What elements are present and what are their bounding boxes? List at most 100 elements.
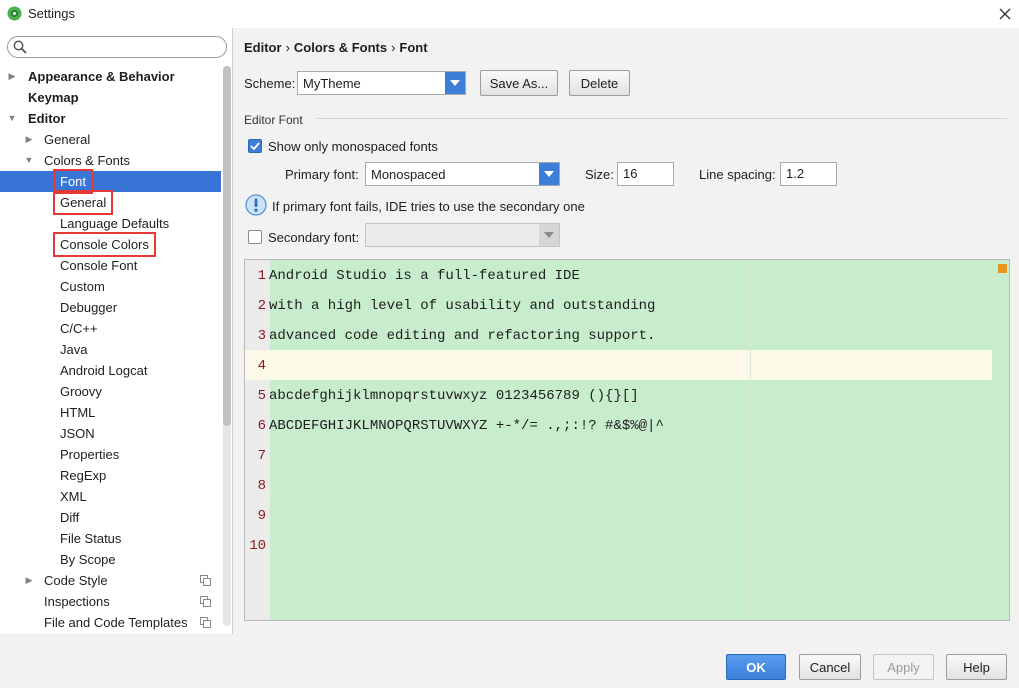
chevron-down-icon — [544, 232, 554, 238]
collapsed-arrow-icon[interactable]: ▶ — [24, 570, 34, 591]
tree-item-console-font[interactable]: Console Font — [0, 255, 221, 276]
tree-item-by-scope[interactable]: By Scope — [0, 549, 221, 570]
tree-item-label: Groovy — [60, 384, 102, 399]
breadcrumb-separator: › — [285, 40, 290, 55]
secondary-font-checkbox[interactable] — [248, 230, 262, 244]
collapsed-arrow-icon[interactable]: ▶ — [7, 66, 17, 87]
tree-item-language-defaults[interactable]: Language Defaults — [0, 213, 221, 234]
tree-item-label: Editor — [28, 111, 66, 126]
project-scope-icon — [200, 596, 211, 607]
tree-item-label: Properties — [60, 447, 120, 462]
tree-item-file-and-code-templates[interactable]: File and Code Templates — [0, 612, 221, 633]
scheme-combo[interactable]: MyTheme — [297, 71, 466, 95]
expanded-arrow-icon[interactable]: ▼ — [7, 108, 17, 129]
tree-item-label: Debugger — [60, 300, 118, 315]
line-number: 5 — [257, 388, 266, 404]
tree-item-label: Appearance & Behavior — [28, 69, 175, 84]
size-input[interactable]: 16 — [617, 162, 674, 186]
tree-item-regexp[interactable]: RegExp — [0, 465, 221, 486]
android-studio-icon — [7, 6, 22, 21]
tree-item-json[interactable]: JSON — [0, 423, 221, 444]
editor-font-section-title: Editor Font — [244, 113, 303, 127]
line-spacing-label: Line spacing: — [699, 167, 776, 182]
chevron-down-icon — [450, 80, 460, 86]
tree-item-label: Colors & Fonts — [44, 153, 130, 168]
tree-item-general[interactable]: ▶ General — [0, 129, 221, 150]
tree-item-c-c[interactable]: C/C++ — [0, 318, 221, 339]
primary-font-dropdown-button[interactable] — [539, 163, 559, 185]
tree-item-console-colors[interactable]: Console Colors — [0, 232, 221, 257]
error-stripe-marker — [998, 264, 1007, 273]
preview-line: 6 ABCDEFGHIJKLMNOPQRSTUVWXYZ +-*/= .,;:!?… — [245, 412, 992, 442]
cancel-button[interactable]: Cancel — [799, 654, 861, 680]
tree-item-inspections[interactable]: Inspections — [0, 591, 221, 612]
preview-line: 8 — [245, 472, 992, 502]
tree-item-label: General — [44, 132, 91, 147]
line-number: 4 — [257, 358, 266, 374]
project-scope-icon — [200, 617, 211, 628]
preview-line: 9 — [245, 502, 992, 532]
fallback-info-text: If primary font fails, IDE tries to use … — [272, 199, 585, 214]
font-preview-editor[interactable]: 1 Android Studio is a full-featured IDE 2 w… — [244, 259, 1010, 621]
breadcrumb-colors-fonts: Colors & Fonts — [293, 40, 388, 55]
line-spacing-input[interactable]: 1.2 — [780, 162, 837, 186]
scheme-value: MyTheme — [303, 76, 361, 91]
line-number: 9 — [257, 508, 266, 524]
secondary-font-combo[interactable] — [365, 223, 560, 247]
apply-button[interactable]: Apply — [873, 654, 934, 680]
tree-item-label: XML — [60, 489, 87, 504]
tree-item-general[interactable]: General — [0, 190, 221, 215]
tree-item-appearance-behavior[interactable]: ▶ Appearance & Behavior — [0, 66, 221, 87]
tree-item-diff[interactable]: Diff — [0, 507, 221, 528]
primary-font-combo[interactable]: Monospaced — [365, 162, 560, 186]
tree-item-label: Font — [52, 169, 94, 194]
sidebar-scrollbar[interactable] — [223, 66, 231, 626]
preview-line: 10 — [245, 532, 992, 562]
tree-item-custom[interactable]: Custom — [0, 276, 221, 297]
line-text: abcdefghijklmnopqrstuvwxyz 0123456789 ()… — [269, 388, 639, 404]
tree-item-xml[interactable]: XML — [0, 486, 221, 507]
tree-item-colors-fonts[interactable]: ▼ Colors & Fonts — [0, 150, 221, 171]
line-text: advanced code editing and refactoring su… — [269, 328, 656, 344]
tree-item-label: Android Logcat — [60, 363, 148, 378]
close-button[interactable] — [994, 3, 1016, 25]
tree-item-editor[interactable]: ▼ Editor — [0, 108, 221, 129]
scheme-dropdown-button[interactable] — [445, 72, 465, 94]
tree-item-code-style[interactable]: ▶ Code Style — [0, 570, 221, 591]
tree-item-html[interactable]: HTML — [0, 402, 221, 423]
tree-item-label: By Scope — [60, 552, 116, 567]
tree-item-properties[interactable]: Properties — [0, 444, 221, 465]
breadcrumb-editor: Editor — [244, 40, 282, 55]
tree-item-debugger[interactable]: Debugger — [0, 297, 221, 318]
tree-item-font[interactable]: Font — [0, 169, 221, 194]
search-box[interactable] — [7, 36, 227, 58]
section-divider — [317, 118, 1007, 119]
tree-item-file-status[interactable]: File Status — [0, 528, 221, 549]
collapsed-arrow-icon[interactable]: ▶ — [24, 129, 34, 150]
tree-item-label: Console Colors — [53, 232, 156, 257]
tree-item-label: General — [52, 190, 114, 215]
settings-content: Editor › Colors & Fonts › Font Scheme: MyThe… — [234, 28, 1019, 634]
ok-button[interactable]: OK — [726, 654, 786, 680]
delete-button[interactable]: Delete — [569, 70, 630, 96]
tree-item-keymap[interactable]: Keymap — [0, 87, 221, 108]
close-icon[interactable] — [999, 8, 1011, 20]
save-as-button[interactable]: Save As... — [480, 70, 558, 96]
expanded-arrow-icon[interactable]: ▼ — [24, 150, 34, 171]
preview-line: 3 advanced code editing and refactoring s… — [245, 322, 992, 352]
search-input[interactable] — [30, 38, 220, 56]
help-button[interactable]: Help — [946, 654, 1007, 680]
secondary-font-dropdown-button[interactable] — [539, 224, 559, 246]
tree-item-android-logcat[interactable]: Android Logcat — [0, 360, 221, 381]
sidebar-scrollbar-thumb[interactable] — [223, 66, 231, 426]
tree-item-label: Keymap — [28, 90, 79, 105]
monospaced-only-checkbox[interactable] — [248, 139, 262, 153]
tree-item-java[interactable]: Java — [0, 339, 221, 360]
line-number: 2 — [257, 298, 266, 314]
breadcrumb-font: Font — [399, 40, 428, 55]
line-text: with a high level of usability and outst… — [269, 298, 656, 314]
line-number: 7 — [257, 448, 266, 464]
window-title: Settings — [28, 6, 75, 21]
tree-item-groovy[interactable]: Groovy — [0, 381, 221, 402]
tree-item-label: File Status — [60, 531, 122, 546]
